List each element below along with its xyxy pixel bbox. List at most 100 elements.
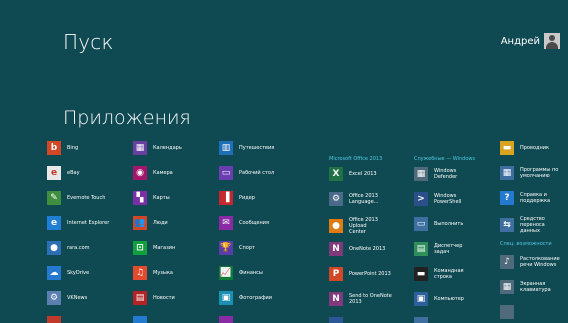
app-label: Проводник [520, 145, 549, 151]
app-label: Новости [153, 295, 175, 301]
app-tile[interactable]: ▦ Windows Defender [414, 167, 478, 181]
app-label: Internet Explorer [67, 220, 110, 226]
ebay-icon: e [47, 166, 61, 180]
app-tile[interactable]: ▣ Компьютер [414, 292, 478, 306]
command-prompt-icon: ▬ [414, 267, 428, 281]
app-tile[interactable]: ▬ Командная строка [414, 267, 478, 281]
app-tile[interactable]: b Bing [47, 141, 111, 155]
app-tile[interactable]: ▦ Календарь [133, 141, 197, 155]
app-label: Windows Defender [434, 168, 458, 180]
news-icon: ▤ [133, 291, 147, 305]
app-tile[interactable]: N Send to OneNote 2013 [329, 292, 393, 306]
app-tile[interactable]: ▣ Фотографии [219, 291, 283, 305]
app-tile[interactable]: ? Справка и поддержка [500, 191, 564, 205]
evernote-icon: ✎ [47, 191, 61, 205]
app-tile[interactable]: ✎ Evernote Touch [47, 191, 111, 205]
maps-icon: ▚ [133, 191, 147, 205]
messaging-icon: ✉ [219, 216, 233, 230]
store-icon: ⊡ [133, 241, 147, 255]
rara-icon: ● [47, 241, 61, 255]
app-tile[interactable]: N OneNote 2013 [329, 242, 393, 256]
app-label: Карты [153, 195, 170, 201]
app-tile[interactable]: ▦ Программы по умолчанию [500, 166, 564, 180]
app-tile[interactable]: ♪ Растолкование речи Windows [500, 255, 564, 269]
people-icon: 👥 [133, 216, 147, 230]
run-icon: ▭ [414, 217, 428, 231]
app-tile[interactable]: ◉ Камера [133, 166, 197, 180]
app-tile[interactable] [500, 305, 564, 319]
user-account[interactable]: Андрей [501, 33, 560, 49]
app-tile[interactable]: ● rara.com [47, 241, 111, 255]
app-label: Календарь [153, 145, 182, 151]
app-label: Растолкование речи Windows [520, 256, 560, 268]
app-label: Сообщения [239, 220, 270, 226]
app-tile[interactable]: e Internet Explorer [47, 216, 111, 230]
app-tile[interactable]: 👥 Люди [133, 216, 197, 230]
app-tile[interactable]: ▬ Проводник [500, 141, 564, 155]
app-tile[interactable]: ♫ Музыка [133, 266, 197, 280]
app-tile[interactable]: ▭ Выполнить [414, 217, 478, 231]
internet-explorer-icon: e [47, 216, 61, 230]
app-tile[interactable]: > Windows PowerShell [414, 192, 478, 206]
app-label: SkyDrive [67, 270, 90, 276]
app-tile[interactable]: 📈 Финансы [219, 266, 283, 280]
app-tile[interactable]: ▤ Новости [133, 291, 197, 305]
app-tile[interactable] [47, 316, 111, 323]
app-tile[interactable]: P PowerPoint 2013 [329, 267, 393, 281]
group-heading-office: Microsoft Office 2013 [329, 156, 383, 162]
onenote-icon: N [329, 242, 343, 256]
app-label: Office 2013 Upload Center [349, 217, 378, 235]
partial-icon [219, 316, 233, 323]
app-label: PowerPoint 2013 [349, 271, 391, 277]
app-label: Экранная клавиатура [520, 281, 551, 293]
desktop-icon: ▭ [219, 166, 233, 180]
app-label: Музыка [153, 270, 173, 276]
app-tile[interactable]: ▚ Карты [133, 191, 197, 205]
partial-icon [414, 317, 428, 323]
app-label: Evernote Touch [67, 195, 106, 201]
keyboard-icon: ▦ [500, 280, 514, 294]
app-tile[interactable]: ⊡ Магазин [133, 241, 197, 255]
app-tile[interactable]: ▤ Диспетчер задач [414, 242, 478, 256]
skydrive-icon: ☁ [47, 266, 61, 280]
partial-icon [500, 305, 514, 319]
app-tile[interactable]: ▭ Рабочий стол [219, 166, 283, 180]
app-tile[interactable]: ⇆ Средство переноса данных [500, 216, 564, 234]
travel-icon: ▥ [219, 141, 233, 155]
app-label: Справка и поддержка [520, 192, 551, 204]
app-label: VKNews [67, 295, 88, 301]
app-tile[interactable]: e eBay [47, 166, 111, 180]
app-tile[interactable] [329, 317, 393, 323]
excel-icon: X [329, 167, 343, 181]
app-tile[interactable]: ▦ Экранная клавиатура [500, 280, 564, 294]
app-label: Путешествия [239, 145, 275, 151]
explorer-icon: ▬ [500, 141, 514, 155]
app-label: Office 2013 Language... [349, 193, 379, 205]
app-tile[interactable]: ⚙ Office 2013 Language... [329, 192, 393, 206]
app-tile[interactable]: ☁ SkyDrive [47, 266, 111, 280]
calendar-icon: ▦ [133, 141, 147, 155]
app-tile[interactable]: ✉ Сообщения [219, 216, 283, 230]
app-tile[interactable]: ▥ Путешествия [219, 141, 283, 155]
app-label: Командная строка [434, 268, 464, 280]
office-language-icon: ⚙ [329, 192, 343, 206]
app-tile[interactable]: X Excel 2013 [329, 167, 393, 181]
app-label: Спорт [239, 245, 255, 251]
app-tile[interactable] [219, 316, 283, 323]
help-icon: ? [500, 191, 514, 205]
apps-title: Приложения [63, 107, 191, 129]
photos-icon: ▣ [219, 291, 233, 305]
app-label: Диспетчер задач [434, 243, 463, 255]
app-tile[interactable] [133, 316, 197, 323]
app-tile[interactable]: ⚙ VKNews [47, 291, 111, 305]
app-tile[interactable]: ▐ Ридер [219, 191, 283, 205]
send-onenote-icon: N [329, 292, 343, 306]
app-tile[interactable] [414, 317, 478, 323]
app-tile[interactable]: ● Office 2013 Upload Center [329, 217, 393, 235]
app-label: Финансы [239, 270, 263, 276]
sports-icon: 🏆 [219, 241, 233, 255]
partial-icon [47, 316, 61, 323]
user-name: Андрей [500, 35, 540, 47]
app-tile[interactable]: 🏆 Спорт [219, 241, 283, 255]
app-label: Bing [67, 145, 79, 151]
